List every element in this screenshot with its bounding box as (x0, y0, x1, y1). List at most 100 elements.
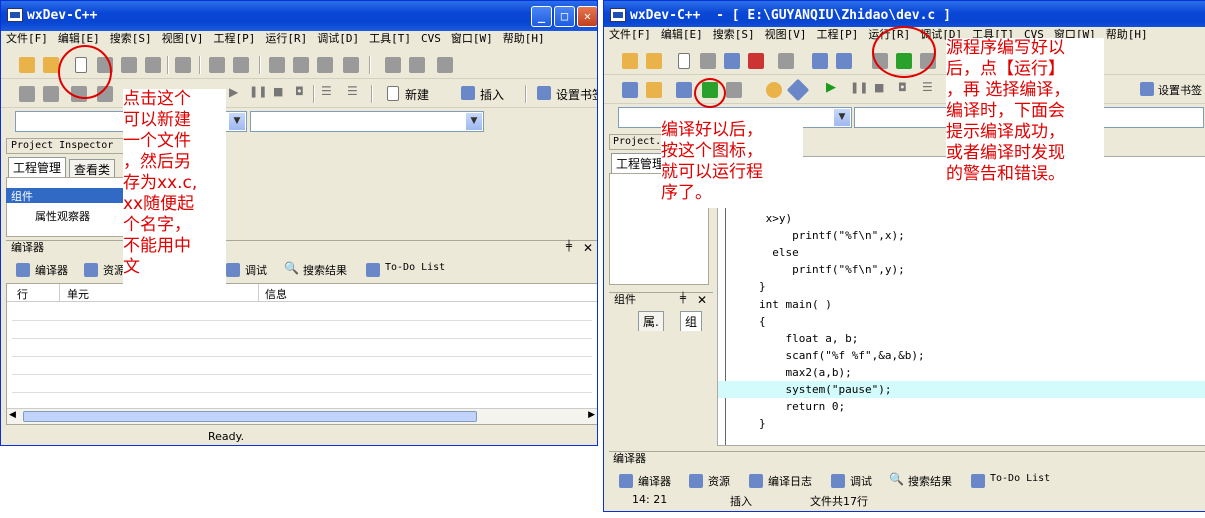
chevron-down-icon[interactable]: ▼ (834, 109, 850, 126)
tab-components[interactable]: 组 (680, 311, 703, 331)
stop-icon[interactable]: ■ (273, 85, 283, 98)
code-line[interactable]: x>y) (718, 210, 1205, 227)
bookmark-button[interactable]: 设置书签 (556, 86, 597, 103)
open-folder-icon[interactable] (646, 53, 662, 69)
scroll-thumb[interactable] (23, 411, 477, 422)
tab-compile-log[interactable]: 编译日志 (768, 473, 812, 489)
menu-search[interactable]: 搜索[S] (708, 27, 760, 43)
print-icon[interactable] (778, 53, 794, 69)
new-file-icon[interactable] (678, 53, 690, 69)
tab-properties[interactable]: 属. (638, 311, 664, 331)
tab-todo-list[interactable]: To-Do List (385, 262, 445, 273)
redo-icon[interactable] (836, 53, 852, 69)
menu-run[interactable]: 运行[R] (260, 31, 312, 47)
code-line[interactable]: system("pause"); (718, 381, 1205, 398)
close-file-icon[interactable] (748, 53, 764, 69)
pin-icon[interactable]: ╪ (566, 241, 572, 252)
horizontal-scrollbar[interactable]: ◀ ▶ (7, 408, 597, 424)
menu-tools[interactable]: 工具[T] (364, 31, 416, 47)
tab-compiler[interactable]: 编译器 (35, 262, 68, 278)
project-icon[interactable] (19, 57, 35, 73)
run-icon[interactable] (646, 82, 662, 98)
indent-icon[interactable]: ☰ (321, 84, 332, 98)
tab-debug[interactable]: 调试 (850, 473, 872, 489)
run-arrow-icon[interactable]: ▶ (826, 80, 836, 95)
code-line[interactable]: else (718, 244, 1205, 261)
pause-icon[interactable]: ❚❚ (850, 81, 868, 94)
column-unit[interactable]: 单元 (67, 286, 89, 302)
find-icon[interactable] (269, 57, 285, 73)
chevron-down-icon[interactable]: ▼ (229, 113, 245, 130)
save-icon[interactable] (700, 53, 716, 69)
scroll-right-icon[interactable]: ▶ (588, 410, 595, 420)
pin-icon[interactable]: ╪ (680, 293, 686, 304)
run-icon[interactable] (43, 86, 59, 102)
run-arrow-icon[interactable]: ▶ (229, 85, 238, 99)
save-all-icon[interactable] (121, 57, 137, 73)
close-panel-icon[interactable]: ✕ (697, 293, 707, 307)
tab-resources[interactable]: 资源 (103, 262, 125, 278)
compiler-message-list[interactable]: 行 单元 信息 ◀ ▶ (6, 283, 597, 425)
menu-file[interactable]: 文件[F] (1, 31, 53, 47)
menu-file[interactable]: 文件[F] (604, 27, 656, 43)
code-line[interactable]: return 0; (718, 398, 1205, 415)
tab-search-results[interactable]: 搜索结果 (908, 473, 952, 489)
code-line[interactable]: printf("%f\n",x); (718, 227, 1205, 244)
add-to-project-icon[interactable] (385, 57, 401, 73)
code-line[interactable]: int main( ) (718, 296, 1205, 313)
menu-project[interactable]: 工程[P] (812, 27, 864, 43)
redo-icon[interactable] (233, 57, 249, 73)
project-icon[interactable] (622, 53, 638, 69)
menu-view[interactable]: 视图[V] (157, 31, 209, 47)
menu-search[interactable]: 搜索[S] (105, 31, 157, 47)
compile-icon[interactable] (622, 82, 638, 98)
undo-icon[interactable] (812, 53, 828, 69)
project-options-icon[interactable] (437, 57, 453, 73)
code-line[interactable]: } (718, 415, 1205, 432)
print-icon[interactable] (175, 57, 191, 73)
replace-icon[interactable] (293, 57, 309, 73)
maximize-button[interactable]: □ (554, 6, 575, 27)
scroll-left-icon[interactable]: ◀ (9, 410, 16, 420)
unindent-icon[interactable]: ☰ (347, 84, 358, 98)
undo-icon[interactable] (209, 57, 225, 73)
stop-icon[interactable]: ■ (874, 81, 884, 94)
tab-debug[interactable]: 调试 (245, 262, 267, 278)
code-line[interactable]: } (718, 278, 1205, 295)
help-icon[interactable] (766, 82, 782, 98)
project-tree[interactable] (6, 177, 124, 237)
menu-help[interactable]: 帮助[H] (498, 31, 550, 47)
about-icon[interactable] (786, 78, 810, 102)
new-button[interactable]: 新建 (405, 86, 429, 103)
compile-icon[interactable] (19, 86, 35, 102)
close-panel-icon[interactable]: ✕ (583, 241, 593, 255)
pause-icon[interactable]: ❚❚ (249, 85, 267, 98)
find-next-icon[interactable] (317, 57, 333, 73)
minimize-button[interactable]: _ (531, 6, 552, 27)
menu-debug[interactable]: 调试[D] (312, 31, 364, 47)
insert-button[interactable]: 插入 (480, 86, 504, 103)
tab-todo-list[interactable]: To-Do List (990, 473, 1050, 484)
indent-icon[interactable]: ☰ (922, 80, 933, 94)
code-line[interactable]: scanf("%f %f",&a,&b); (718, 347, 1205, 364)
properties-tab[interactable]: 属性观察器 (35, 208, 90, 224)
close-button[interactable]: ✕ (577, 6, 597, 27)
rebuild-icon[interactable] (726, 82, 742, 98)
compile-run-icon[interactable] (676, 82, 692, 98)
menu-cvs[interactable]: CVS (416, 31, 446, 47)
tab-resources[interactable]: 资源 (708, 473, 730, 489)
goto-icon[interactable] (343, 57, 359, 73)
menu-edit[interactable]: 编辑[E] (656, 27, 708, 43)
menu-window[interactable]: 窗口[W] (446, 31, 498, 47)
column-line[interactable]: 行 (17, 286, 28, 302)
tab-compiler[interactable]: 编译器 (638, 473, 671, 489)
code-line[interactable]: printf("%f\n",y); (718, 261, 1205, 278)
menu-project[interactable]: 工程[P] (209, 31, 261, 47)
bookmark-button[interactable]: 设置书签 (1158, 82, 1202, 98)
code-line[interactable]: { (718, 313, 1205, 330)
member-combo[interactable]: ▼ (250, 111, 484, 132)
step-icon[interactable]: ◘ (295, 85, 304, 98)
remove-from-project-icon[interactable] (409, 57, 425, 73)
close-file-icon[interactable] (145, 57, 161, 73)
menu-help[interactable]: 帮助[H] (1101, 27, 1153, 43)
